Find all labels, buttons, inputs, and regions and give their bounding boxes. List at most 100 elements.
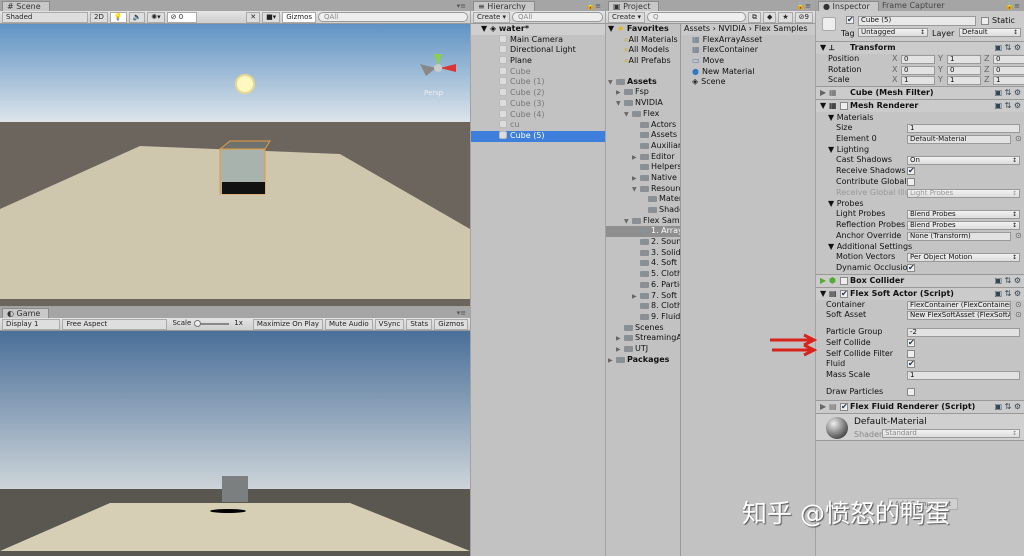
favorite-icon[interactable]: ★ xyxy=(778,11,793,23)
tab-hierarchy[interactable]: ≡ Hierarchy xyxy=(473,1,535,11)
component-settings-icon[interactable]: ▣ ⇅ ⚙ xyxy=(994,100,1021,112)
soft-asset-field[interactable]: New FlexSoftAsset (FlexSoftAsset) xyxy=(907,311,1011,321)
object-picker-icon[interactable]: ⊙ xyxy=(1015,300,1022,311)
y-input[interactable]: 1 xyxy=(947,76,981,86)
audio-toggle-icon[interactable]: 🔈 xyxy=(128,11,146,23)
layer-dropdown[interactable]: Default xyxy=(959,28,1021,37)
mesh-filter-header[interactable]: ▶ ▦ Cube (Mesh Filter) ▣ ⇅ ⚙ xyxy=(816,86,1024,100)
self-collide-checkbox[interactable]: ✔ xyxy=(907,339,915,347)
folder-item[interactable]: 8. Cloth xyxy=(606,301,680,312)
cast-shadows-dropdown[interactable]: On xyxy=(907,156,1020,166)
panel-menu-icon[interactable]: ▾≡ xyxy=(457,309,466,317)
y-input[interactable]: 1 xyxy=(947,55,981,64)
shader-dropdown[interactable]: Standard xyxy=(882,429,1020,439)
folder-item[interactable]: 4. Soft xyxy=(606,258,680,269)
tools-icon[interactable]: ✕ xyxy=(246,11,261,23)
panel-menu-icon[interactable]: ▾≡ xyxy=(457,2,466,10)
enabled-checkbox[interactable]: ✔ xyxy=(840,289,848,298)
fluid-checkbox[interactable]: ✔ xyxy=(907,360,915,369)
folder-item[interactable]: Shaders xyxy=(606,205,680,216)
additional-settings-foldout[interactable]: ▼ Additional Settings xyxy=(816,241,1024,252)
hierarchy-item[interactable]: Cube (5) xyxy=(471,130,605,142)
favorites-header[interactable]: ▼ ★ Favorites xyxy=(606,24,680,35)
component-settings-icon[interactable]: ▣ ⇅ ⚙ xyxy=(994,288,1021,300)
folder-item[interactable]: Helpers xyxy=(606,162,680,173)
folder-item[interactable]: ▶ UTJ xyxy=(606,344,680,355)
hierarchy-item[interactable]: Cube (1) xyxy=(471,77,605,88)
z-input[interactable]: 0 xyxy=(993,65,1024,75)
folder-item[interactable]: Auxiliary xyxy=(606,141,680,152)
object-picker-icon[interactable]: ⊙ xyxy=(1015,310,1022,321)
container-field[interactable]: FlexContainer (FlexContainer) xyxy=(907,300,1011,310)
lighting-foldout[interactable]: ▼ Lighting xyxy=(816,144,1024,155)
folder-item[interactable]: ▼Resources xyxy=(606,184,680,195)
receive-gi-dropdown[interactable]: Light Probes xyxy=(907,188,1020,198)
folder-item[interactable]: ▶ Native xyxy=(606,173,680,184)
materials-foldout[interactable]: ▼ Materials xyxy=(816,112,1024,123)
contribute-global-checkbox[interactable] xyxy=(907,177,915,186)
component-settings-icon[interactable]: ▣ ⇅ ⚙ xyxy=(994,275,1021,287)
display-dropdown[interactable]: Display 1 xyxy=(2,318,61,330)
aspect-dropdown[interactable]: Free Aspect xyxy=(62,318,168,330)
camera-dropdown-icon[interactable]: ■▾ xyxy=(262,11,281,23)
y-input[interactable]: 0 xyxy=(947,65,981,75)
asset-item[interactable]: ▭ Move xyxy=(692,56,815,67)
object-name-input[interactable]: Cube (5) xyxy=(858,16,976,26)
hierarchy-item[interactable]: cu xyxy=(471,120,605,131)
create-dropdown[interactable]: Create ▾ xyxy=(608,11,646,23)
draw-particles-checkbox[interactable] xyxy=(907,388,915,397)
object-picker-icon[interactable]: ⊙ xyxy=(1015,134,1022,145)
scene-root[interactable]: ▼ ◈ water* xyxy=(471,24,605,35)
folder-item[interactable]: ▶StreamingAssets xyxy=(606,333,680,344)
light-probes-dropdown[interactable]: Blend Probes xyxy=(907,210,1020,220)
folder-item[interactable]: ▶ Fsp xyxy=(606,87,680,98)
self-collide-filter-checkbox[interactable] xyxy=(907,349,915,358)
favorite-item[interactable]: ⌕All Models xyxy=(606,45,680,56)
stats-toggle[interactable]: Stats xyxy=(406,318,433,330)
gizmos-toggle[interactable]: Gizmos xyxy=(434,318,468,330)
enabled-checkbox[interactable] xyxy=(840,276,848,285)
particle-group-field[interactable]: -2 xyxy=(907,328,1020,338)
folder-item[interactable]: ▼ Assets xyxy=(606,77,680,88)
asset-item[interactable]: ◈ Scene xyxy=(692,77,815,88)
lock-icon[interactable]: 🔒≡ xyxy=(1005,2,1020,10)
folder-item[interactable]: ▶ Editor xyxy=(606,152,680,163)
folder-item[interactable]: Scenes xyxy=(606,323,680,334)
folder-item[interactable]: 9. Fluid xyxy=(606,312,680,323)
folder-item[interactable]: 2. Sound xyxy=(606,237,680,248)
asset-item[interactable]: ● New Material xyxy=(692,67,815,78)
2d-toggle[interactable]: 2D xyxy=(90,11,108,23)
z-input[interactable]: 1 xyxy=(993,76,1024,86)
hierarchy-item[interactable]: Main Camera xyxy=(471,34,605,46)
vsync-toggle[interactable]: VSync xyxy=(374,318,405,330)
scene-search-input[interactable]: QAll xyxy=(318,12,468,22)
transform-header[interactable]: ▼ ⟂ Transform ▣ ⇅ ⚙ xyxy=(816,41,1024,54)
folder-item[interactable]: ▶ 7. Soft xyxy=(606,291,680,302)
x-input[interactable]: 0 xyxy=(901,55,935,64)
enabled-checkbox[interactable] xyxy=(840,102,848,111)
tab-project[interactable]: ▣ Project xyxy=(608,1,660,11)
folder-item[interactable]: ▼Flex Samples xyxy=(606,216,680,227)
hierarchy-item[interactable]: Cube (3) xyxy=(471,98,605,110)
x-input[interactable]: 1 xyxy=(901,76,935,86)
expand-arrow-icon[interactable]: ▶ xyxy=(608,356,616,367)
flex-soft-actor-header[interactable]: ▼ ▤ ✔ Flex Soft Actor (Script) ▣ ⇅ ⚙ xyxy=(816,286,1024,300)
filter-type-icon[interactable]: ⧉ xyxy=(747,11,761,23)
folder-item[interactable]: 3. Solid xyxy=(606,248,680,259)
lighting-toggle-icon[interactable]: 💡 xyxy=(109,11,127,23)
component-settings-icon[interactable]: ▣ ⇅ ⚙ xyxy=(994,87,1021,99)
shading-dropdown[interactable]: Shaded xyxy=(2,11,88,23)
maximize-on-play-toggle[interactable]: Maximize On Play xyxy=(252,318,323,330)
game-viewport[interactable] xyxy=(0,331,470,556)
tag-dropdown[interactable]: Untagged xyxy=(858,28,928,37)
hierarchy-search-input[interactable]: QAll xyxy=(512,12,603,22)
folder-item[interactable]: 6. Particles xyxy=(606,280,680,291)
breadcrumb-item[interactable]: Flex Samples xyxy=(754,24,807,33)
effects-dropdown-icon[interactable]: ✺▾ xyxy=(147,11,165,23)
hidden-objects-toggle[interactable]: ⊘ 0 xyxy=(166,11,197,23)
gizmos-dropdown[interactable]: Gizmos xyxy=(282,11,316,23)
create-dropdown[interactable]: Create ▾ xyxy=(473,11,511,23)
mesh-renderer-header[interactable]: ▼ ▦ Mesh Renderer ▣ ⇅ ⚙ xyxy=(816,99,1024,113)
tab-scene[interactable]: # Scene xyxy=(2,1,50,11)
anchor-override-field[interactable]: None (Transform) xyxy=(907,231,1011,241)
